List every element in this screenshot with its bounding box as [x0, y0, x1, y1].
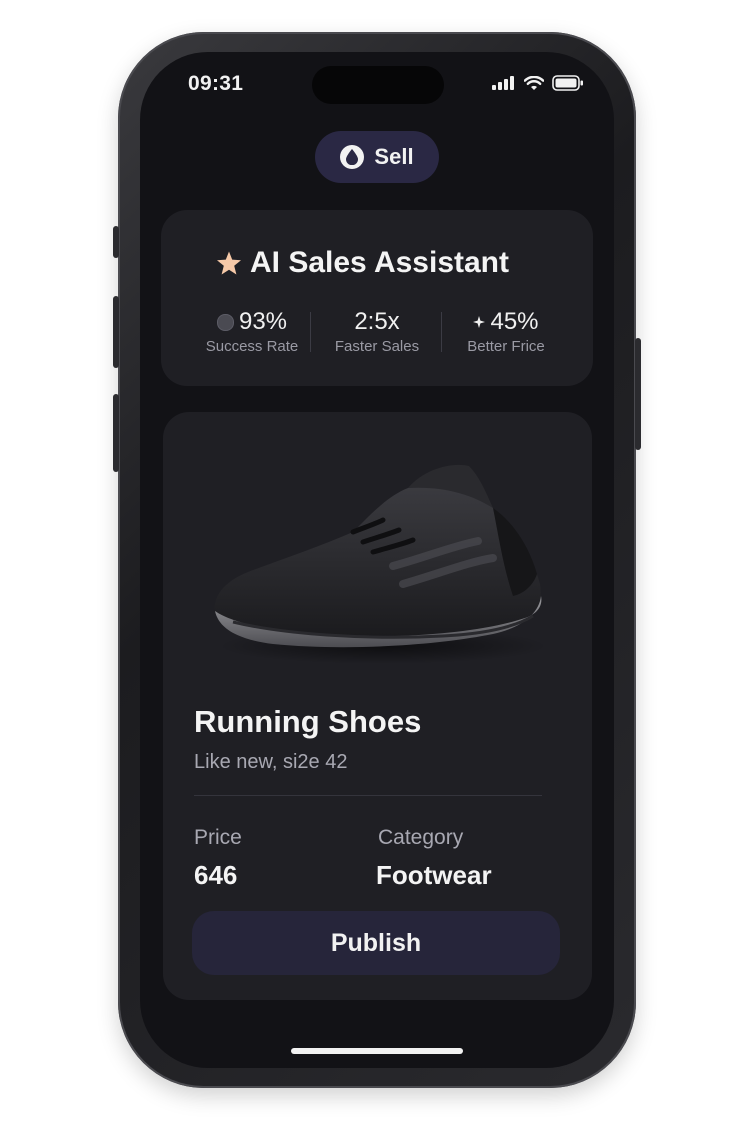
- power-button: [635, 338, 641, 450]
- stat-label: Better Frice: [467, 338, 545, 355]
- category-label: Category: [378, 826, 464, 849]
- status-time: 09:31: [188, 72, 244, 95]
- star-icon: [217, 251, 241, 274]
- ai-title-row: AI Sales Assistant: [216, 246, 509, 280]
- product-divider: [194, 795, 542, 796]
- stat-value: 93%: [238, 308, 288, 335]
- status-icons: [492, 75, 584, 91]
- battery-icon: [552, 75, 583, 91]
- stats-row: 93% Success Rate 2:5x Faster Sales 45% B…: [197, 308, 557, 358]
- product-card: Running Shoes Like new, si2e 42 Price 64…: [163, 412, 592, 1000]
- screen: 09:31 Sell AI Sales Assistant 93% Succes…: [140, 52, 614, 1068]
- dot-icon: [216, 313, 234, 331]
- wifi-icon: [524, 75, 544, 90]
- home-indicator[interactable]: [291, 1048, 463, 1054]
- price-value[interactable]: 646: [194, 860, 237, 891]
- stat-value: 2:5x: [354, 308, 400, 335]
- sparkle-icon: [473, 316, 486, 328]
- ai-sales-assistant-card: AI Sales Assistant 93% Success Rate 2:5x…: [161, 210, 593, 386]
- price-label: Price: [194, 826, 242, 849]
- stat-better-price: 45% Better Frice: [455, 308, 557, 355]
- sell-tab[interactable]: Sell: [315, 131, 439, 183]
- dynamic-island: [312, 66, 444, 104]
- signal-icon: [492, 76, 514, 90]
- silent-switch: [113, 226, 119, 258]
- drop-icon: [340, 145, 365, 169]
- sell-label: Sell: [374, 144, 414, 169]
- stat-label: Faster Sales: [334, 338, 420, 355]
- stat-divider: [441, 312, 442, 352]
- running-shoe-image: [203, 446, 548, 666]
- volume-down-button: [113, 394, 119, 472]
- stat-divider: [310, 312, 311, 352]
- product-name: Running Shoes: [194, 704, 422, 739]
- product-subtitle: Like new, si2e 42: [194, 751, 348, 773]
- category-value[interactable]: Footwear: [376, 860, 492, 891]
- stat-value: 45%: [490, 308, 539, 335]
- publish-button[interactable]: Publish: [192, 911, 560, 975]
- stat-success-rate: 93% Success Rate: [197, 308, 307, 355]
- stat-label: Success Rate: [205, 338, 299, 355]
- ai-title: AI Sales Assistant: [250, 246, 509, 279]
- volume-up-button: [113, 296, 119, 368]
- stat-faster-sales: 2:5x Faster Sales: [327, 308, 427, 355]
